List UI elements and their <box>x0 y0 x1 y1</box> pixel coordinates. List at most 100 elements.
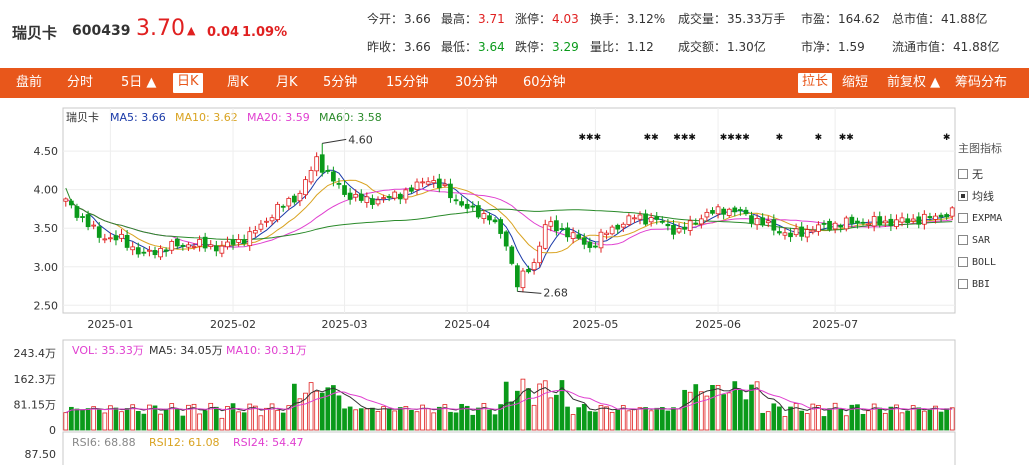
volume-bar <box>598 405 604 431</box>
volume-bar <box>364 408 370 431</box>
candle-body <box>637 214 643 220</box>
volume-bar <box>554 394 559 431</box>
candle-body <box>921 213 927 225</box>
indicator-option[interactable]: EXPMA <box>958 207 1028 229</box>
period-tab[interactable]: 60分钟 <box>523 68 566 98</box>
candle-body <box>470 205 476 208</box>
period-tab[interactable]: 周K <box>227 68 249 98</box>
volume-bar <box>342 408 347 431</box>
volume-bar <box>152 405 158 431</box>
candle-body <box>693 222 699 225</box>
candle-body <box>331 171 336 182</box>
indicator-option[interactable]: 均线 <box>958 185 1028 207</box>
candle-body <box>124 234 130 248</box>
candle-body <box>843 217 849 230</box>
volume-bar <box>804 413 810 431</box>
checkbox-icon[interactable] <box>958 191 968 201</box>
checkbox-icon[interactable] <box>958 235 968 245</box>
quote-field: 量比：1.12 <box>590 38 654 55</box>
indicator-option[interactable]: SAR <box>958 229 1028 251</box>
candle-body <box>74 206 80 218</box>
volume-bar <box>258 415 264 431</box>
quote-value: 3.71 <box>478 12 505 26</box>
candle-body <box>147 249 152 252</box>
toolbar-action[interactable]: 筹码分布 <box>955 68 1007 98</box>
x-tick-label: 2025-05 <box>572 318 618 331</box>
checkbox-icon[interactable] <box>958 257 968 267</box>
indicator-option[interactable]: BOLL <box>958 251 1028 273</box>
volume-legend: MA5: 34.05万 <box>149 344 223 357</box>
volume-bar <box>715 384 721 431</box>
candle-body <box>888 218 894 227</box>
candle-body <box>593 245 598 248</box>
candle-body <box>487 215 492 221</box>
toolbar-action[interactable]: 拉长 <box>798 73 833 93</box>
quote-value: 3.29 <box>552 40 579 54</box>
x-tick-label: 2025-07 <box>812 318 858 331</box>
checkbox-icon[interactable] <box>958 279 968 289</box>
candle-body <box>130 246 136 251</box>
quote-field: 成交量：35.33万手 <box>678 10 785 27</box>
period-tab[interactable]: 月K <box>276 68 298 98</box>
y-tick-label: 2.50 <box>34 299 59 312</box>
volume-bar <box>743 399 749 431</box>
period-tab[interactable]: 日K <box>173 73 203 93</box>
period-tab[interactable]: 30分钟 <box>455 68 498 98</box>
volume-bar <box>319 392 325 431</box>
candle-body <box>659 220 665 223</box>
candle-body <box>682 226 687 230</box>
candle-body <box>816 224 821 232</box>
toolbar-action[interactable]: 缩短 <box>842 68 868 98</box>
candle-body <box>219 245 225 254</box>
volume-bar <box>704 395 710 431</box>
period-tab[interactable]: 盘前 <box>16 68 42 98</box>
period-tab[interactable]: 15分钟 <box>386 68 429 98</box>
quote-value: 3.66 <box>404 40 431 54</box>
candle-body <box>933 215 938 220</box>
candle-body <box>403 189 409 200</box>
volume-bar <box>403 406 409 431</box>
x-tick-label: 2025-03 <box>322 318 368 331</box>
period-tab[interactable]: 分时 <box>67 68 93 98</box>
volume-bar <box>475 407 481 431</box>
candle-body <box>475 205 481 218</box>
volume-bar <box>726 392 732 431</box>
indicator-option[interactable]: 无 <box>958 163 1028 185</box>
volume-bar <box>576 407 582 431</box>
quote-value: 164.62 <box>838 12 881 26</box>
checkbox-icon[interactable] <box>958 213 968 223</box>
kline-chart[interactable]: 瑞贝卡 MA5: 3.66 MA10: 3.62 MA20: 3.59 MA60: 3.… <box>0 100 1029 465</box>
quote-value: 1.12 <box>627 40 654 54</box>
volume-bar <box>219 417 225 431</box>
candle-body <box>743 209 749 215</box>
candle-body <box>793 228 799 236</box>
period-tab[interactable]: 5日 ▲ <box>121 68 156 98</box>
candle-body <box>336 182 342 185</box>
event-marker: ✱✱✱ <box>673 133 696 143</box>
quote-label: 流通市值： <box>892 40 953 54</box>
volume-bar <box>135 411 141 431</box>
checkbox-icon[interactable] <box>958 169 968 179</box>
volume-bar <box>771 403 777 431</box>
event-marker: ✱✱✱✱ <box>720 133 750 143</box>
candle-body <box>420 181 425 184</box>
candle-body <box>269 217 275 222</box>
annotation-line <box>517 290 542 294</box>
volume-bar <box>676 408 682 431</box>
volume-bar <box>264 407 269 431</box>
candle-body <box>687 220 693 231</box>
candle-body <box>838 224 844 228</box>
period-tab[interactable]: 5分钟 <box>323 68 357 98</box>
candle-body <box>308 170 314 183</box>
candle-body <box>871 216 877 227</box>
candle-body <box>141 251 147 254</box>
candle-body <box>604 232 609 235</box>
indicator-option[interactable]: BBI <box>958 273 1028 295</box>
candle-body <box>760 217 766 226</box>
quote-value: 41.88亿 <box>953 40 1000 54</box>
volume-bar <box>520 378 526 431</box>
toolbar-action[interactable]: 前复权 ▲ <box>887 68 940 98</box>
volume-bar <box>927 409 933 431</box>
volume-bar <box>375 410 381 431</box>
volume-bar <box>643 407 648 431</box>
